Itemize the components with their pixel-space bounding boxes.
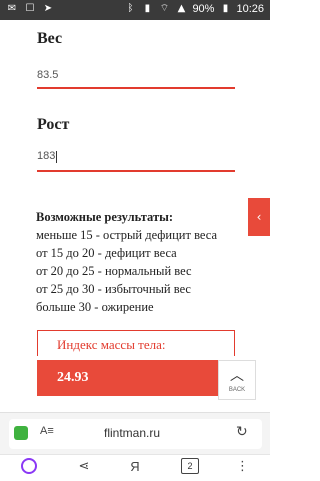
results-title: Возможные результаты:	[36, 210, 174, 224]
tabs-button[interactable]: 2	[181, 458, 199, 474]
weight-label: Вес	[37, 30, 63, 47]
notification-icon: ☐	[25, 3, 35, 14]
url-text[interactable]: flintman.ru	[104, 426, 160, 440]
sms-icon: ✉	[7, 3, 17, 14]
result-line: от 15 до 20 - дефицит веса	[36, 246, 177, 260]
status-bar-system: ᛒ ▮ ⌔ ▲ 90% ▮ 10:26	[124, 3, 264, 15]
bluetooth-icon: ᛒ	[127, 3, 134, 14]
height-label: Рост	[37, 116, 70, 133]
weight-input[interactable]: 83.5	[37, 69, 58, 81]
send-icon: ➤	[43, 3, 53, 14]
chevron-up-icon: ︿	[230, 368, 244, 384]
reload-icon[interactable]: ↻	[236, 424, 248, 440]
results-list: Возможные результаты: меньше 15 - острый…	[36, 208, 217, 316]
result-line: меньше 15 - острый дефицит веса	[36, 228, 217, 242]
battery-percent: 90%	[192, 3, 215, 15]
menu-icon[interactable]: ⋮	[236, 459, 249, 477]
chevron-left-icon: ‹	[256, 210, 262, 224]
vibrate-icon: ▮	[144, 3, 151, 14]
text-caret	[56, 151, 57, 163]
status-bar-notifications: ✉ ☐ ➤	[6, 3, 54, 15]
back-to-top-label: BACK	[228, 387, 246, 393]
page-content: Вес 83.5 Рост 183 Возможные результаты: …	[0, 20, 270, 412]
side-panel-toggle[interactable]: ‹	[248, 198, 270, 236]
battery-icon: ▮	[222, 3, 229, 14]
browser-toolbar: ⋖ Я ⋮	[0, 454, 270, 481]
status-bar: ✉ ☐ ➤ ᛒ ▮ ⌔ ▲ 90% ▮ 10:26	[0, 0, 270, 20]
result-line: от 25 до 30 - избыточный вес	[36, 282, 191, 296]
back-to-top-button[interactable]: ︿ BACK	[218, 360, 256, 400]
lock-icon[interactable]	[14, 426, 28, 440]
height-input[interactable]: 183	[37, 150, 55, 162]
signal-icon: ▲	[177, 3, 186, 14]
result-line: от 20 до 25 - нормальный вес	[36, 264, 192, 278]
bmi-label: Индекс массы тела:	[57, 337, 166, 352]
bmi-value: 24.93	[57, 370, 89, 385]
share-icon[interactable]: ⋖	[76, 459, 92, 477]
browser-address-bar: A≡ flintman.ru ↻	[0, 412, 270, 455]
height-input-underline	[37, 170, 235, 172]
result-line: больше 30 - ожирение	[36, 300, 154, 314]
clock: 10:26	[236, 3, 264, 15]
reader-mode-icon[interactable]: A≡	[40, 425, 54, 437]
yandex-button[interactable]: Я	[128, 459, 142, 477]
weight-input-underline	[37, 87, 235, 89]
wifi-icon: ⌔	[159, 3, 170, 14]
assistant-icon[interactable]	[21, 458, 37, 474]
